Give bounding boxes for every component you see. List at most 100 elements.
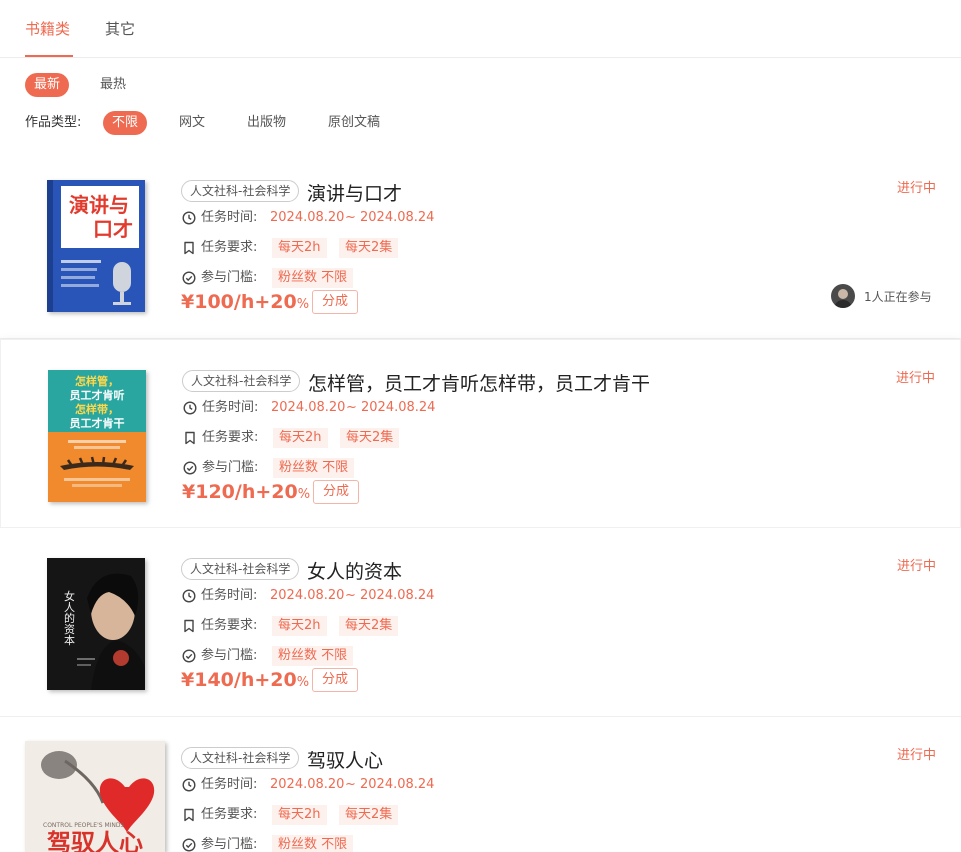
cover-title: 女人的资本 xyxy=(63,589,76,646)
category-tag: 人文社科-社会科学 xyxy=(181,180,300,202)
threshold-chip: 粉丝数 不限 xyxy=(272,268,354,288)
requirement-hours-chip: 每天2h xyxy=(273,428,328,448)
book-cover[interactable]: 怎样管， 员工才肯听 怎样带， 员工才肯干 xyxy=(48,370,146,502)
time-separator: ~ xyxy=(345,777,356,792)
bookmark-icon xyxy=(184,808,194,822)
task-title[interactable]: 驾驭人心 xyxy=(307,746,383,773)
status-badge: 进行中 xyxy=(895,371,935,386)
price-value: ¥140/h+20 xyxy=(181,669,297,691)
threshold-label: 参与门槛: xyxy=(202,460,259,475)
tab-books[interactable]: 书籍类 xyxy=(25,18,70,39)
status-badge: 进行中 xyxy=(896,181,936,196)
book-cover[interactable]: 演讲与 口才 xyxy=(47,180,145,312)
share-badge: 分成 xyxy=(313,480,360,504)
status-badge: 进行中 xyxy=(896,559,936,574)
bookmark-icon xyxy=(184,619,194,633)
task-title[interactable]: 女人的资本 xyxy=(307,557,402,584)
time-label: 任务时间: xyxy=(201,588,258,603)
time-start: 2024.08.20 xyxy=(271,400,346,415)
cover-line-1: 怎样管， xyxy=(75,374,119,388)
price-percent: % xyxy=(296,675,310,690)
price: ¥140/h+20% xyxy=(181,667,309,693)
time-label: 任务时间: xyxy=(201,777,258,792)
participants-count: 1人正在参与 xyxy=(864,290,932,304)
clock-icon xyxy=(182,211,196,225)
check-circle-icon xyxy=(182,838,196,852)
clock-icon xyxy=(183,401,197,415)
clock-icon xyxy=(182,589,196,603)
threshold-chip: 粉丝数 不限 xyxy=(272,835,354,852)
task-card[interactable]: 演讲与 口才 人文社科-社会科学 演讲与口才 任务时间: 2024.08.20 … xyxy=(0,150,961,339)
time-separator: ~ xyxy=(345,588,356,603)
threshold-label: 参与门槛: xyxy=(201,837,258,852)
requirement-label: 任务要求: xyxy=(201,807,258,822)
filter-unlimited[interactable]: 不限 xyxy=(103,111,148,135)
task-card[interactable]: 女人的资本 人文社科-社会科学 女人的资本 任务时间: 2024.08.20 ~… xyxy=(0,528,961,717)
time-end: 2024.08.24 xyxy=(360,210,435,225)
task-title[interactable]: 怎样管，员工才肯听怎样带，员工才肯干 xyxy=(308,369,650,396)
filter-original-draft[interactable]: 原创文稿 xyxy=(328,111,380,135)
task-card[interactable]: 怎样管， 员工才肯听 怎样带， 员工才肯干 人文社科-社会科学 怎样管，员工才肯… xyxy=(0,339,961,528)
time-label: 任务时间: xyxy=(202,400,259,415)
threshold-label: 参与门槛: xyxy=(201,270,258,285)
cover-line-4: 员工才肯干 xyxy=(70,416,125,430)
time-separator: ~ xyxy=(345,210,356,225)
time-label: 任务时间: xyxy=(201,210,258,225)
category-tag: 人文社科-社会科学 xyxy=(182,370,301,392)
book-cover[interactable]: CONTROL PEOPLE'S MINDS 驾驭人心 xyxy=(25,741,165,852)
time-end: 2024.08.24 xyxy=(360,588,435,603)
time-start: 2024.08.20 xyxy=(270,588,345,603)
requirement-label: 任务要求: xyxy=(202,430,259,445)
category-tag: 人文社科-社会科学 xyxy=(181,558,300,580)
threshold-chip: 粉丝数 不限 xyxy=(273,458,355,478)
filter-label: 作品类型: xyxy=(25,115,82,130)
requirement-episodes-chip: 每天2集 xyxy=(339,805,399,825)
status-badge: 进行中 xyxy=(896,748,936,763)
threshold-chip: 粉丝数 不限 xyxy=(272,646,354,666)
price-percent: % xyxy=(296,297,310,312)
requirement-hours-chip: 每天2h xyxy=(272,616,327,636)
tab-others[interactable]: 其它 xyxy=(105,18,135,39)
requirement-episodes-chip: 每天2集 xyxy=(340,428,400,448)
requirement-hours-chip: 每天2h xyxy=(272,238,327,258)
requirement-episodes-chip: 每天2集 xyxy=(339,238,399,258)
clock-icon xyxy=(182,778,196,792)
cover-line-2: 员工才肯听 xyxy=(70,388,125,402)
share-badge: 分成 xyxy=(312,668,359,692)
cover-subtitle: CONTROL PEOPLE'S MINDS xyxy=(43,822,125,829)
filter-web-novel[interactable]: 网文 xyxy=(179,111,205,135)
bookmark-icon xyxy=(185,431,195,445)
check-circle-icon xyxy=(183,461,197,475)
cover-title: 驾驭人心 xyxy=(47,829,143,852)
time-start: 2024.08.20 xyxy=(270,210,345,225)
time-end: 2024.08.24 xyxy=(361,400,436,415)
sort-newest[interactable]: 最新 xyxy=(25,73,70,97)
time-start: 2024.08.20 xyxy=(270,777,345,792)
requirement-label: 任务要求: xyxy=(201,618,258,633)
time-end: 2024.08.24 xyxy=(360,777,435,792)
category-tag: 人文社科-社会科学 xyxy=(181,747,300,769)
price: ¥100/h+20% xyxy=(181,289,309,315)
threshold-label: 参与门槛: xyxy=(201,648,258,663)
price-value: ¥100/h+20 xyxy=(181,291,297,313)
bookmark-icon xyxy=(184,241,194,255)
avatar xyxy=(831,284,855,308)
check-circle-icon xyxy=(182,271,196,285)
sort-hottest[interactable]: 最热 xyxy=(100,73,126,97)
requirement-label: 任务要求: xyxy=(201,240,258,255)
task-card[interactable]: CONTROL PEOPLE'S MINDS 驾驭人心 人文社科-社会科学 驾驭… xyxy=(0,717,961,852)
requirement-hours-chip: 每天2h xyxy=(272,805,327,825)
book-cover[interactable]: 女人的资本 xyxy=(47,558,145,690)
category-tabs: 书籍类 其它 xyxy=(0,0,961,58)
cover-line-3: 怎样带， xyxy=(75,402,119,416)
time-separator: ~ xyxy=(346,400,357,415)
participants-info: 1人正在参与 xyxy=(831,284,936,308)
price-value: ¥120/h+20 xyxy=(182,481,298,503)
requirement-episodes-chip: 每天2集 xyxy=(339,616,399,636)
price: ¥120/h+20% xyxy=(182,479,310,505)
check-circle-icon xyxy=(182,649,196,663)
active-tab-indicator xyxy=(25,55,73,57)
filter-publication[interactable]: 出版物 xyxy=(247,111,286,135)
share-badge: 分成 xyxy=(312,290,359,314)
task-title[interactable]: 演讲与口才 xyxy=(307,179,402,206)
